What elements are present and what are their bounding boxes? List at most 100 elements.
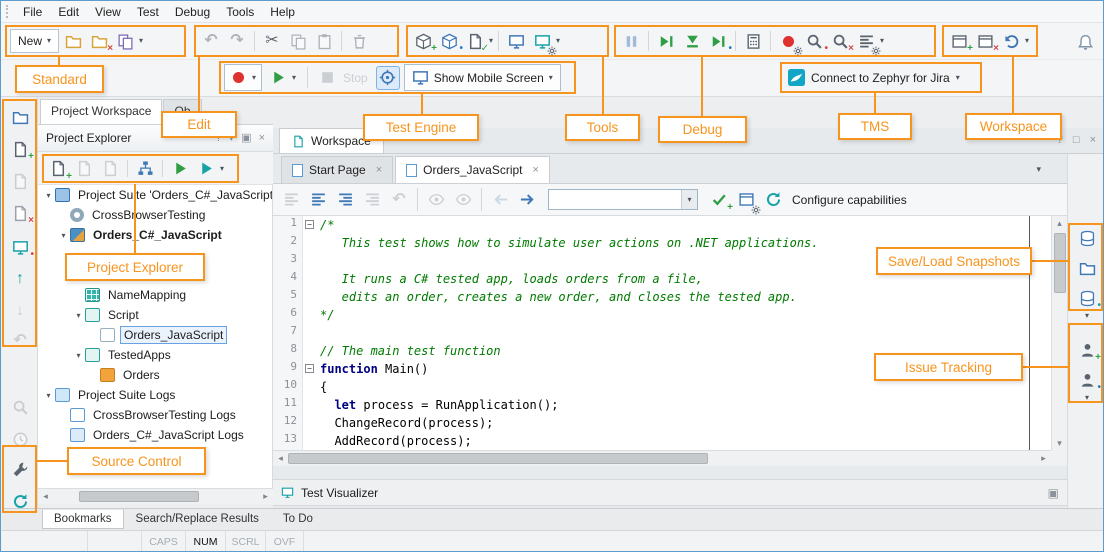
tree-item[interactable]: ▾TestedApps	[38, 345, 272, 365]
workspace-folder-icon[interactable]	[8, 105, 32, 129]
remove-item-icon[interactable]: ×	[8, 201, 32, 225]
scroll-down-icon[interactable]: ▾	[1052, 436, 1067, 450]
expand-arrow-icon[interactable]: ▾	[42, 391, 55, 400]
scroll-up-icon[interactable]: ▴	[1052, 216, 1067, 230]
remove-item-button[interactable]	[98, 157, 122, 181]
tree-item[interactable]: ▾Project Suite Logs	[38, 385, 272, 405]
outdent-button[interactable]	[279, 188, 303, 212]
project-tree[interactable]: ▾Project Suite 'Orders_C#_JavaScript' (1…	[38, 185, 273, 488]
scroll-left-icon[interactable]: ◂	[38, 490, 53, 504]
checkpoint-chevron-icon[interactable]: ▾	[489, 37, 493, 45]
add-panel-button[interactable]: +	[947, 29, 971, 53]
redo-button[interactable]: ↷	[225, 29, 249, 53]
menu-tools[interactable]: Tools	[218, 2, 262, 22]
tree-horizontal-scrollbar[interactable]: ◂ ▸	[38, 488, 273, 504]
tab-orders-javascript[interactable]: Orders_JavaScript×	[395, 156, 550, 183]
show-code-eye-icon[interactable]	[451, 188, 475, 212]
save-snapshot-icon[interactable]	[1075, 226, 1099, 250]
quick-inspect-button[interactable]: ×	[828, 29, 852, 53]
editor-search-combobox[interactable]: ▾	[548, 189, 698, 210]
device-settings-button[interactable]	[530, 29, 554, 53]
evaluate-button[interactable]	[741, 29, 765, 53]
save-all-button[interactable]	[113, 29, 137, 53]
save-options-chevron-icon[interactable]: ▾	[139, 37, 143, 45]
close-file-button[interactable]: ×	[87, 29, 111, 53]
expand-arrow-icon[interactable]: ▾	[57, 231, 70, 240]
tree-scroll-thumb[interactable]	[79, 491, 199, 502]
run-options-chevron-icon[interactable]: ▾	[220, 165, 224, 173]
search-icon[interactable]	[8, 395, 32, 419]
issue-tracking-icon[interactable]: •	[1075, 368, 1099, 392]
run-project-suite-button[interactable]	[194, 157, 218, 181]
menu-help[interactable]: Help	[262, 2, 303, 22]
undo-button[interactable]: ↶	[199, 29, 223, 53]
checkpoint-wizard-button[interactable]: ✓	[463, 29, 487, 53]
record-button[interactable]: ▾	[224, 64, 262, 91]
format-list-button[interactable]	[360, 188, 384, 212]
watch-chevron-icon[interactable]: ▾	[880, 37, 884, 45]
editor-settings-button[interactable]	[734, 188, 758, 212]
tree-item[interactable]: ▾Script	[38, 305, 272, 325]
add-existing-item-button[interactable]	[72, 157, 96, 181]
snapshots-chevron-icon[interactable]: ▾	[1075, 310, 1099, 322]
source-control-settings-wrench-icon[interactable]	[8, 457, 32, 481]
tms-chevron-icon[interactable]: ▾	[956, 74, 960, 82]
test-visualizer-dock-icon[interactable]: ▣	[1048, 486, 1059, 500]
tree-item[interactable]: ▾Orders_C#_JavaScript	[38, 225, 272, 245]
mobile-chevron-icon[interactable]: ▾	[549, 74, 553, 82]
panel-pin-icon[interactable]: ▣	[241, 133, 251, 144]
hide-code-eye-icon[interactable]	[424, 188, 448, 212]
revert-icon[interactable]: ↶	[8, 329, 32, 353]
device-chevron-icon[interactable]: ▾	[556, 37, 560, 45]
run-chevron-icon[interactable]: ▾	[292, 74, 296, 82]
watch-list-button[interactable]	[854, 29, 878, 53]
history-icon[interactable]	[8, 427, 32, 451]
record-chevron-icon[interactable]: ▾	[252, 74, 256, 82]
expand-arrow-icon[interactable]: ▾	[72, 351, 85, 360]
run-to-cursor-button[interactable]: •	[706, 29, 730, 53]
tree-item[interactable]: NameMapping	[38, 285, 272, 305]
doc-list-chevron-icon[interactable]: ▾	[1036, 164, 1041, 175]
align-right-button[interactable]	[333, 188, 357, 212]
show-mobile-screen-button[interactable]: Show Mobile Screen ▾	[404, 64, 561, 91]
copy-button[interactable]	[286, 29, 310, 53]
editor-vertical-scrollbar[interactable]: ▴ ▾	[1051, 216, 1067, 450]
commit-upload-icon[interactable]: ↑	[8, 267, 32, 291]
scroll-right-icon[interactable]: ▸	[1036, 452, 1051, 466]
run-project-button[interactable]	[168, 157, 192, 181]
menu-edit[interactable]: Edit	[50, 2, 87, 22]
mobile-device-icon[interactable]: •	[8, 235, 32, 259]
workspace-close-icon[interactable]: ×	[1090, 134, 1096, 146]
new-button[interactable]: New ▾	[10, 29, 59, 53]
update-download-icon[interactable]: ↓	[8, 299, 32, 323]
organize-items-button[interactable]	[133, 157, 157, 181]
syntax-check-button[interactable]: +	[707, 188, 731, 212]
step-into-button[interactable]	[680, 29, 704, 53]
notifications-bell-icon[interactable]	[1073, 30, 1097, 54]
align-left-button[interactable]	[306, 188, 330, 212]
bottom-tab-bookmarks[interactable]: Bookmarks	[42, 509, 124, 529]
pause-button[interactable]	[619, 29, 643, 53]
layout-chevron-icon[interactable]: ▾	[1025, 37, 1029, 45]
chevron-down-icon[interactable]: ▾	[47, 37, 51, 45]
tree-item[interactable]: ▾Project Suite 'Orders_C#_JavaScript' (1	[38, 185, 272, 205]
edit-item-icon[interactable]	[8, 169, 32, 193]
issues-chevron-icon[interactable]: ▾	[1075, 392, 1099, 404]
dock-tab-project-workspace[interactable]: Project Workspace	[40, 99, 162, 124]
expand-arrow-icon[interactable]: ▾	[72, 311, 85, 320]
point-and-fix-target-icon[interactable]	[376, 66, 400, 90]
horizontal-scroll-thumb[interactable]	[288, 453, 708, 464]
scroll-right-icon[interactable]: ▸	[258, 490, 273, 504]
open-file-button[interactable]	[61, 29, 85, 53]
menu-debug[interactable]: Debug	[167, 2, 218, 22]
expand-arrow-icon[interactable]: ▾	[42, 191, 55, 200]
menu-file[interactable]: File	[15, 2, 50, 22]
add-item-icon[interactable]: +	[8, 137, 32, 161]
editor-horizontal-scrollbar[interactable]: ◂ ▸	[273, 450, 1051, 466]
delete-button[interactable]	[347, 29, 371, 53]
format-undo-button[interactable]: ↶	[387, 188, 411, 212]
navigate-forward-icon[interactable]	[515, 188, 539, 212]
menu-view[interactable]: View	[87, 2, 129, 22]
tab-start-page[interactable]: Start Page×	[281, 156, 393, 183]
breakpoints-button[interactable]	[776, 29, 800, 53]
